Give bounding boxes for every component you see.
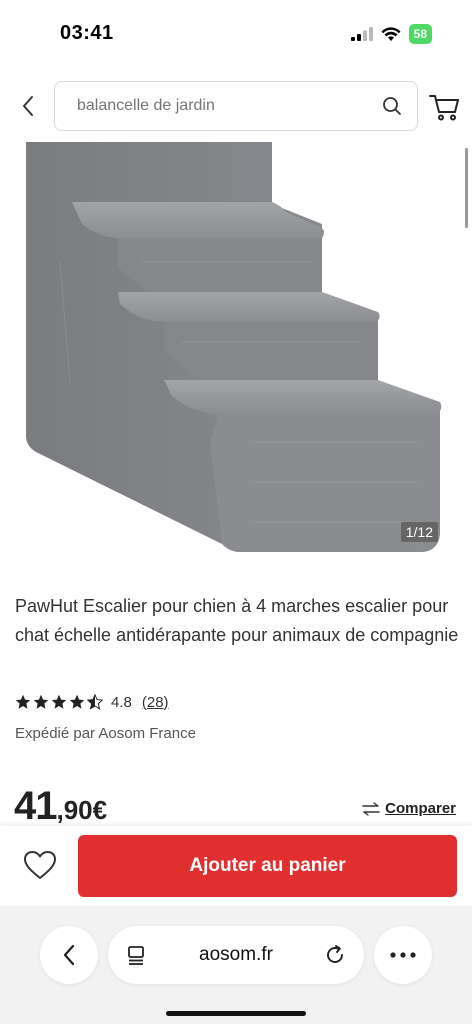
scroll-indicator [465, 148, 468, 228]
search-input[interactable] [77, 97, 381, 115]
home-indicator [166, 1011, 306, 1016]
more-options-button[interactable] [374, 926, 432, 984]
page-menu-icon[interactable] [126, 944, 148, 966]
signal-icon [350, 27, 373, 41]
reviews-link[interactable]: (28) [142, 694, 169, 711]
rating-row: 4.8 (28) [15, 692, 169, 712]
image-counter: 1/12 [400, 522, 438, 542]
rating-value: 4.8 [111, 693, 132, 711]
wishlist-heart-icon[interactable] [22, 849, 58, 881]
star-icon [69, 694, 85, 709]
status-time: 03:41 [60, 22, 114, 44]
search-box[interactable] [54, 81, 418, 131]
wifi-icon [381, 26, 401, 41]
browser-toolbar: aosom.fr [0, 906, 472, 1024]
address-bar[interactable]: aosom.fr [108, 926, 364, 984]
search-icon[interactable] [381, 95, 403, 117]
price-decimal: ,90€ [56, 795, 108, 825]
add-to-cart-button[interactable]: Ajouter au panier [78, 835, 457, 897]
buy-bar: Ajouter au panier [0, 826, 472, 906]
battery-indicator: 58 [408, 24, 432, 44]
price: 41 ,90€ [14, 784, 107, 829]
url-text: aosom.fr [199, 944, 273, 965]
status-icons: 58 [350, 24, 432, 44]
shipped-by: Expédié par Aosom France [15, 725, 196, 742]
chevron-left-icon [63, 944, 75, 966]
half-star-icon [87, 694, 103, 710]
compare-label: Comparer [385, 800, 456, 817]
compare-icon [362, 801, 380, 816]
star-icon [15, 694, 31, 709]
product-image [26, 142, 442, 552]
product-image-carousel[interactable]: 1/12 [0, 142, 472, 562]
product-title: PawHut Escalier pour chien à 4 marches e… [15, 596, 459, 645]
price-integer: 41 [14, 784, 57, 828]
cart-icon[interactable] [428, 92, 460, 122]
back-button[interactable] [14, 92, 42, 120]
status-bar: 03:41 58 [0, 0, 472, 70]
star-icon [51, 694, 67, 709]
browser-back-button[interactable] [40, 926, 98, 984]
reload-icon[interactable] [324, 944, 346, 966]
chevron-left-icon [23, 96, 33, 116]
rating-stars [15, 694, 103, 710]
star-icon [33, 694, 49, 709]
compare-button[interactable]: Comparer [362, 800, 456, 817]
search-header [0, 70, 472, 142]
more-icon [390, 952, 416, 958]
